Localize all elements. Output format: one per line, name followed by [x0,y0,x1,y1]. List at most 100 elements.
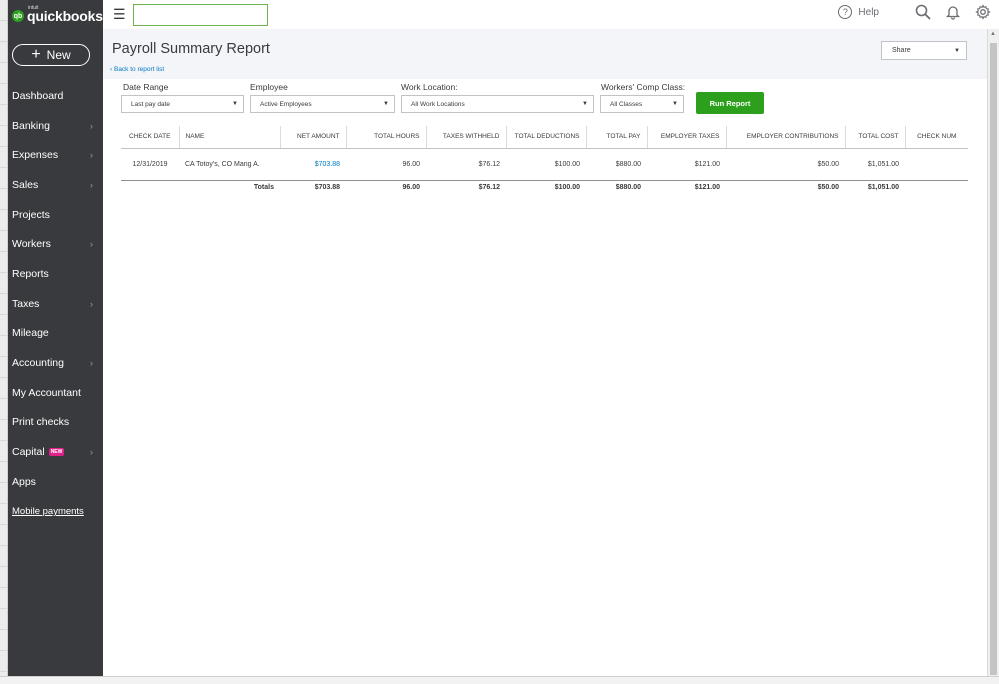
sidebar-item-label: Accounting [12,357,64,370]
chevron-right-icon: › [90,179,93,190]
report-header: Payroll Summary Report ‹ Back to report … [103,29,987,79]
share-label: Share [892,47,911,54]
sidebar-item-projects[interactable]: Projects [8,200,103,230]
chevron-right-icon: › [90,298,93,309]
new-button[interactable]: + New [12,44,90,66]
gear-icon[interactable] [975,4,991,20]
sidebar-item-expenses[interactable]: Expenses › [8,140,103,170]
sidebar-item-print-checks[interactable]: Print checks [8,408,103,438]
cell-taxes-withheld: $76.12 [478,160,500,168]
column-header-name[interactable]: NAME [179,126,281,149]
top-bar: ☰ ? Help [103,0,999,29]
new-badge: NEW [48,448,65,457]
hamburger-menu-icon[interactable]: ☰ [113,6,126,23]
column-header-check-num[interactable]: CHECK NUM [905,126,968,149]
caret-down-icon: ▼ [954,47,960,54]
sidebar-item-sales[interactable]: Sales › [8,170,103,200]
qbo-window: qb intuit quickbooks + New Dashboard Ban… [0,0,999,684]
sidebar-item-label: Sales [12,178,39,191]
cell-net-amount-link[interactable]: $703.88 [280,148,346,180]
top-right-actions: ? Help [838,4,991,20]
sidebar-item-label: Reports [12,267,49,280]
cell-total-pay: $880.00 [615,160,641,168]
sidebar-item-mobile-payments[interactable]: Mobile payments [8,497,103,527]
quickbooks-logo[interactable]: qb intuit quickbooks [12,5,103,26]
sidebar-item-label: Capital [12,446,45,459]
column-header-check-date[interactable]: CHECK DATE [121,126,180,149]
cell-empty [121,179,179,195]
sidebar-item-label: My Accountant [12,386,81,399]
share-dropdown[interactable]: Share ▼ [881,41,967,60]
back-to-report-list-link[interactable]: ‹ Back to report list [110,66,164,73]
totals-total-cost: $1,051.00 [845,179,905,195]
cell-employer-contributions: $50.00 [817,160,839,168]
column-header-total-pay[interactable]: TOTAL PAY [586,126,648,149]
chevron-right-icon: › [90,239,93,250]
bell-icon[interactable] [945,4,961,20]
sidebar-item-mileage[interactable]: Mileage [8,319,103,349]
sidebar-item-workers[interactable]: Workers › [8,229,103,259]
workers-comp-select[interactable]: All Classes ▼ [600,95,684,113]
date-range-label: Date Range [123,82,169,92]
sidebar-item-taxes[interactable]: Taxes › [8,289,103,319]
column-header-total-hours[interactable]: TOTAL HOURS [346,126,427,149]
totals-net-amount: $703.88 [280,179,346,195]
sidebar-item-label: Expenses [12,149,59,162]
sidebar-item-label: Dashboard [12,89,64,102]
work-location-select[interactable]: All Work Locations ▼ [401,95,594,113]
caret-down-icon: ▼ [383,101,389,107]
totals-label: Totals [179,179,280,195]
sidebar-item-capital[interactable]: Capital NEW › [8,437,103,467]
employee-select[interactable]: Active Employees ▼ [250,95,395,113]
cell-check-date: 12/31/2019 [132,160,168,168]
run-report-button[interactable]: Run Report [696,92,764,114]
chevron-right-icon: › [90,447,93,458]
totals-total-deductions: $100.00 [506,179,586,195]
bottom-strip [0,676,999,684]
totals-employer-taxes: $121.00 [647,179,726,195]
sidebar-item-label: Projects [12,208,50,221]
cell-name: CA Totoy's, CO Mang A. [185,160,260,168]
sidebar-item-accounting[interactable]: Accounting › [8,348,103,378]
scrollbar-thumb[interactable] [990,43,997,675]
qb-logo-icon: qb [12,10,24,22]
column-header-total-cost[interactable]: TOTAL COST [845,126,906,149]
column-header-total-deductions[interactable]: TOTAL DEDUCTIONS [506,126,587,149]
search-icon[interactable] [915,4,931,20]
sidebar-item-reports[interactable]: Reports [8,259,103,289]
sidebar-item-label: Print checks [12,416,70,429]
totals-total-hours: 96.00 [346,179,426,195]
chevron-right-icon: › [90,150,93,161]
new-button-label: New [46,48,71,62]
cell-total-cost: $1,051.00 [867,160,899,168]
scroll-up-arrow-icon[interactable]: ▲ [990,31,996,37]
column-header-taxes-withheld[interactable]: TAXES WITHHELD [426,126,507,149]
logo-intuit-text: intuit [28,5,39,11]
sidebar: qb intuit quickbooks + New Dashboard Ban… [8,0,103,676]
help-icon[interactable]: ? [838,5,853,19]
sidebar-item-dashboard[interactable]: Dashboard [8,81,103,111]
sidebar-item-apps[interactable]: Apps [8,467,103,497]
caret-down-icon: ▼ [672,101,678,107]
caret-down-icon: ▼ [582,101,588,107]
report-content: Payroll Summary Report ‹ Back to report … [103,29,987,676]
column-header-employer-contributions[interactable]: EMPLOYER CONTRIBUTIONS [726,126,846,149]
column-header-employer-taxes[interactable]: EMPLOYER TAXES [647,126,727,149]
cell-empty [905,179,968,195]
totals-employer-contributions: $50.00 [726,179,845,195]
search-input[interactable] [133,4,268,26]
employee-label: Employee [250,82,288,92]
column-header-net-amount[interactable]: NET AMOUNT [280,126,347,149]
sidebar-item-my-accountant[interactable]: My Accountant [8,378,103,408]
totals-total-pay: $880.00 [586,179,647,195]
sidebar-item-label: Taxes [12,297,40,310]
sidebar-item-label: Mileage [12,327,49,340]
sidebar-item-banking[interactable]: Banking › [8,111,103,141]
report-filters: Date Range Last pay date ▼ Employee Acti… [103,79,987,121]
sidebar-item-label: Mobile payments [12,505,84,517]
back-link-label: Back to report list [113,66,165,73]
date-range-select[interactable]: Last pay date ▼ [121,95,244,113]
sidebar-nav: Dashboard Banking › Expenses › Sales › Proj… [8,81,103,526]
vertical-scrollbar[interactable]: ▲ [987,29,999,676]
help-label[interactable]: Help [858,7,879,18]
